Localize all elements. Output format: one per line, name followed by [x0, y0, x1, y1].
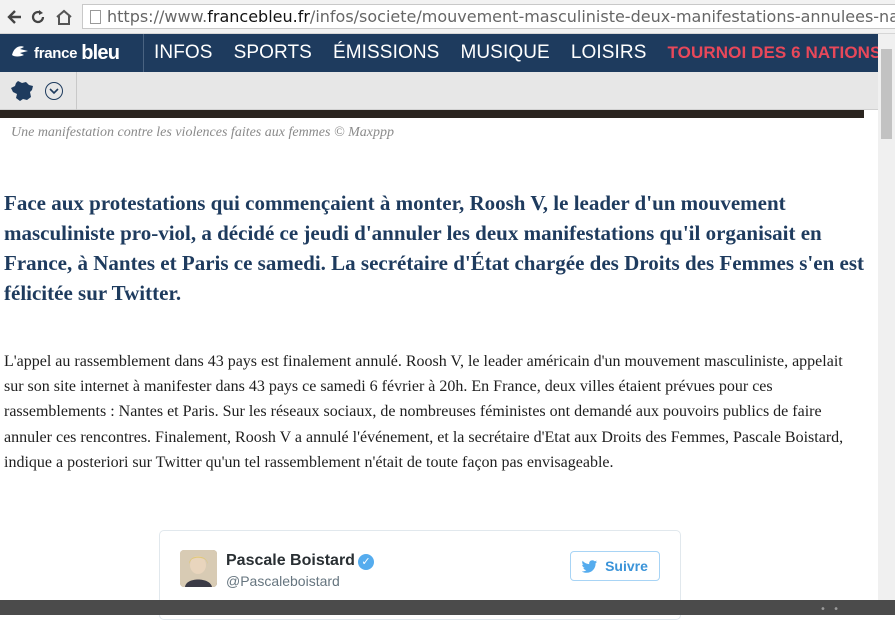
- chevron-down-icon[interactable]: [45, 82, 63, 100]
- url-scheme: https://www.: [107, 7, 208, 26]
- twitter-bird-icon: [582, 559, 598, 573]
- url-domain: francebleu.fr: [207, 7, 310, 26]
- article-body: L'appel au rassemblement dans 43 pays es…: [4, 353, 844, 471]
- page-scrollbar[interactable]: [878, 34, 895, 615]
- menu-item-loisirs[interactable]: LOISIRS: [571, 42, 647, 64]
- avatar[interactable]: [180, 550, 217, 587]
- logo-text-bleu: bleu: [81, 41, 120, 64]
- menu-item-tournoi[interactable]: TOURNOI DES 6 NATIONS: [667, 43, 881, 63]
- scrollbar-thumb[interactable]: [881, 49, 892, 139]
- reload-icon[interactable]: [26, 5, 50, 29]
- logo-text-france: france: [34, 44, 78, 62]
- follow-button[interactable]: Suivre: [570, 551, 660, 581]
- url-path: /infos/societe/mouvement-masculiniste-de…: [309, 7, 895, 26]
- france-bleu-logo-icon: [10, 43, 30, 64]
- home-icon[interactable]: [52, 5, 76, 29]
- menu-item-infos[interactable]: INFOS: [154, 42, 213, 64]
- bottom-overlay-bar: • •: [0, 600, 895, 615]
- photo-caption: Une manifestation contre les violences f…: [11, 125, 394, 140]
- article-lead: Face aux protestations qui commençaient …: [4, 191, 865, 305]
- tweet-author-handle[interactable]: @Pascaleboistard: [226, 573, 340, 589]
- overlay-dots-icon: • •: [820, 604, 841, 615]
- site-logo[interactable]: france bleu: [10, 34, 142, 72]
- france-map-icon[interactable]: [10, 80, 36, 102]
- browser-toolbar: https://www.francebleu.fr/infos/societe/…: [0, 0, 895, 34]
- address-bar[interactable]: https://www.francebleu.fr/infos/societe/…: [82, 4, 895, 29]
- back-icon[interactable]: [2, 5, 26, 29]
- menu-item-musique[interactable]: MUSIQUE: [460, 42, 549, 64]
- page-icon: [90, 10, 101, 24]
- nav-divider: [143, 34, 144, 72]
- region-bar: [0, 72, 878, 110]
- menu-item-sports[interactable]: SPORTS: [234, 42, 312, 64]
- article-photo: [0, 110, 864, 118]
- region-divider: [76, 72, 77, 110]
- site-navigation: france bleu INFOS SPORTS ÉMISSIONS MUSIQ…: [0, 34, 895, 72]
- main-menu: INFOS SPORTS ÉMISSIONS MUSIQUE LOISIRS T…: [154, 34, 881, 72]
- verified-icon: ✓: [358, 554, 374, 570]
- tweet-author-name[interactable]: Pascale Boistard: [226, 552, 355, 570]
- menu-item-emissions[interactable]: ÉMISSIONS: [333, 42, 439, 64]
- follow-label: Suivre: [605, 558, 648, 574]
